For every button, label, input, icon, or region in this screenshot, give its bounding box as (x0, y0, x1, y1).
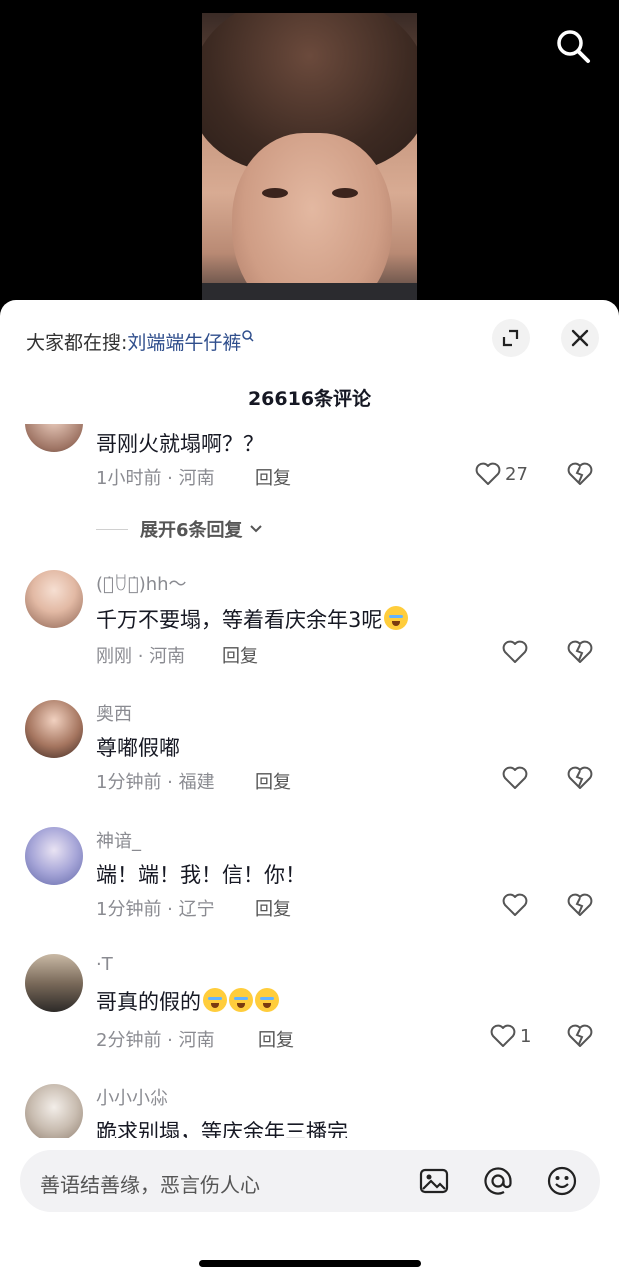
avatar[interactable] (25, 424, 83, 452)
home-indicator[interactable] (199, 1260, 421, 1267)
search-icon[interactable] (553, 26, 593, 66)
comment-text: 跪求别塌，等庆余年三播完 (96, 1120, 348, 1138)
comment-text-value: 哥真的假的 (96, 990, 201, 1014)
dislike-button[interactable] (566, 638, 594, 666)
broken-heart-icon (567, 1024, 593, 1047)
comment-count-title: 26616条评论 (247, 388, 372, 410)
heart-icon (502, 893, 528, 916)
search-small-icon (242, 330, 254, 342)
reply-button[interactable]: 回复 (255, 768, 291, 794)
video-frame (202, 13, 417, 313)
crying-emoji-icon (203, 988, 227, 1012)
like-button[interactable] (502, 764, 528, 792)
comment-input-bar[interactable]: 善语结善缘，恶言伤人心 (20, 1150, 600, 1212)
broken-heart-icon (567, 893, 593, 916)
like-button[interactable] (502, 638, 528, 666)
comment-text: 端！端！我！信！你！ (96, 863, 306, 887)
comment-text: 尊嘟假嘟 (96, 736, 180, 760)
comment-meta: 1分钟前 · 福建 (96, 772, 215, 793)
emoji-icon[interactable] (546, 1165, 578, 1197)
crying-emoji-icon (229, 988, 253, 1012)
hot-search-prefix: 大家都在搜: (26, 332, 128, 354)
hot-search-term[interactable]: 刘端端牛仔裤 (127, 332, 241, 354)
dislike-button[interactable] (566, 460, 594, 488)
close-icon (571, 329, 589, 347)
divider-line (96, 528, 128, 530)
username[interactable]: 神谙_ (96, 827, 141, 853)
heart-icon (502, 766, 528, 789)
dislike-button[interactable] (566, 891, 594, 919)
broken-heart-icon (567, 640, 593, 663)
username[interactable]: 小小小尛 (96, 1084, 168, 1110)
avatar[interactable] (25, 570, 83, 628)
expand-icon (502, 329, 519, 347)
avatar[interactable] (25, 1084, 83, 1138)
like-button[interactable]: 1 (490, 1022, 531, 1050)
reply-button[interactable]: 回复 (258, 1026, 294, 1052)
username[interactable]: 奥西 (96, 700, 132, 726)
like-button[interactable]: 27 (475, 460, 528, 488)
crying-emoji-icon (255, 988, 279, 1012)
username[interactable]: ·T (96, 954, 113, 975)
comment-text: 千万不要塌，等着看庆余年3呢 (96, 604, 409, 634)
video-subject-eye (332, 188, 358, 198)
broken-heart-icon (567, 462, 593, 485)
avatar[interactable] (25, 827, 83, 885)
reply-button[interactable]: 回复 (255, 895, 291, 921)
comment-sheet: 大家都在搜:刘端端牛仔裤 26616条评论 哥刚火就塌啊？？ 1小时前 · 河南… (0, 300, 619, 1280)
comment-text: 哥真的假的 (96, 986, 279, 1016)
comment-meta: 1分钟前 · 辽宁 (96, 899, 215, 920)
expand-replies-button[interactable]: 展开6条回复 (96, 516, 265, 542)
avatar[interactable] (25, 954, 83, 1012)
thinking-emoji-icon (384, 606, 409, 630)
comment-list[interactable]: 哥刚火就塌啊？？ 1小时前 · 河南 回复 27 展开6条回复 (꒪̇ꇴ꒪̇)h… (0, 424, 619, 1138)
comment-meta: 刚刚 · 河南 (96, 646, 186, 667)
comment-meta: 2分钟前 · 河南 (96, 1030, 215, 1051)
avatar[interactable] (25, 700, 83, 758)
dislike-button[interactable] (566, 1022, 594, 1050)
expand-replies-label: 展开6条回复 (140, 520, 243, 541)
heart-icon (502, 640, 528, 663)
comment-text: 哥刚火就塌啊？？ (96, 432, 264, 456)
like-button[interactable] (502, 891, 528, 919)
fullscreen-button[interactable] (492, 319, 530, 357)
chevron-down-icon (249, 525, 262, 533)
hot-search-banner[interactable]: 大家都在搜:刘端端牛仔裤 (26, 328, 255, 355)
comment-meta: 1小时前 · 河南 (96, 468, 215, 489)
comment-text-value: 千万不要塌，等着看庆余年3呢 (96, 608, 383, 632)
dislike-button[interactable] (566, 764, 594, 792)
username[interactable]: (꒪̇ꇴ꒪̇)hh～ (96, 570, 187, 596)
video-subject-eye (262, 188, 288, 198)
like-count: 27 (505, 463, 528, 485)
reply-button[interactable]: 回复 (255, 464, 291, 490)
close-button[interactable] (561, 319, 599, 357)
heart-icon (490, 1024, 516, 1047)
at-mention-icon[interactable] (482, 1165, 514, 1197)
reply-button[interactable]: 回复 (222, 642, 258, 668)
heart-icon (475, 462, 501, 485)
comment-input-placeholder[interactable]: 善语结善缘，恶言伤人心 (40, 1169, 260, 1198)
image-icon[interactable] (418, 1165, 450, 1197)
video-player[interactable] (0, 0, 619, 320)
like-count: 1 (520, 1025, 532, 1047)
broken-heart-icon (567, 766, 593, 789)
